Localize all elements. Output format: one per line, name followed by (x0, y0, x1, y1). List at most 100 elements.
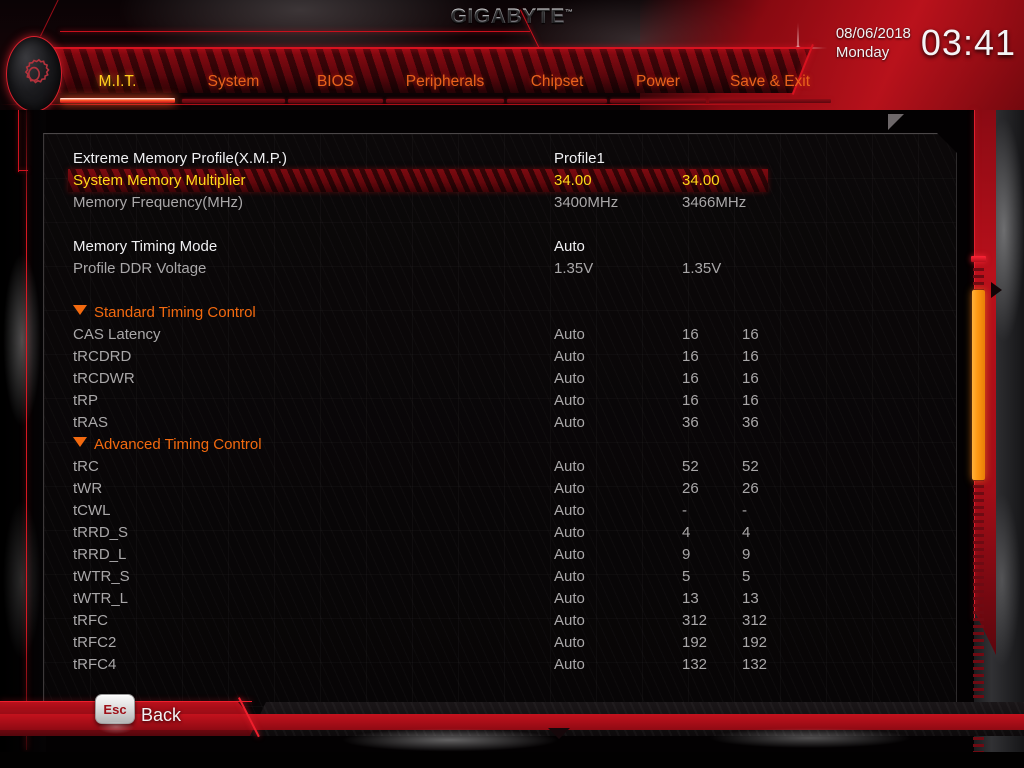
scroll-down-arrow-icon[interactable] (548, 728, 570, 739)
setting-value-current[interactable]: Auto (554, 588, 585, 610)
setting-value-column3: 13 (742, 590, 759, 607)
content-area: Extreme Memory Profile(X.M.P.) Profile1 Sy… (0, 110, 1024, 768)
setting-value-column2: 3466MHz (682, 194, 747, 211)
setting-label: tRAS (73, 414, 109, 431)
setting-value-column2: 9 (682, 546, 691, 563)
setting-value-current[interactable]: Auto (554, 390, 585, 412)
scroll-right-arrow-icon[interactable] (991, 282, 1002, 298)
setting-value-current[interactable]: Auto (554, 346, 585, 368)
setting-value-column3: 9 (742, 546, 751, 563)
scrollbar-thumb[interactable] (972, 290, 985, 480)
tab-power[interactable]: Power (610, 72, 706, 104)
setting-value-column3: 36 (742, 414, 759, 431)
setting-value-current[interactable]: Auto (554, 236, 585, 258)
setting-value-current[interactable]: Profile1 (554, 148, 605, 170)
section-title: Advanced Timing Control (73, 434, 262, 456)
setting-row[interactable]: CAS Latency Auto 16 16 (73, 324, 933, 346)
setting-label: tWR (73, 480, 103, 497)
setting-value-column3: 192 (742, 634, 768, 651)
setting-row[interactable]: tRAS Auto 36 36 (73, 412, 933, 434)
triangle-down-icon (73, 305, 87, 315)
spacer-row (73, 280, 933, 302)
esc-key-button[interactable]: Esc (95, 694, 135, 724)
tab-chipset-label: Chipset (530, 73, 584, 90)
tab-power-label: Power (636, 73, 680, 90)
setting-row[interactable]: Extreme Memory Profile(X.M.P.) Profile1 (73, 148, 933, 170)
setting-label: tRRD_S (73, 524, 129, 541)
tab-peripherals[interactable]: Peripherals (386, 72, 504, 104)
setting-row[interactable]: tRCDRD Auto 16 16 (73, 346, 933, 368)
setting-row[interactable]: tRCDWR Auto 16 16 (73, 368, 933, 390)
setting-value-current[interactable]: Auto (554, 544, 585, 566)
setting-value-current[interactable]: Auto (554, 522, 585, 544)
section-title-text: Standard Timing Control (94, 304, 256, 321)
setting-label: tRCDRD (73, 348, 132, 365)
setting-value-current[interactable]: Auto (554, 610, 585, 632)
setting-value-current[interactable]: 1.35V (554, 258, 593, 280)
setting-value-current[interactable]: Auto (554, 324, 585, 346)
section-header-row[interactable]: Standard Timing Control (73, 302, 933, 324)
tab-bios-underline (288, 99, 383, 103)
tab-mit[interactable]: M.I.T. (60, 72, 175, 104)
section-header-row[interactable]: Advanced Timing Control (73, 434, 933, 456)
setting-label: System Memory Multiplier (73, 172, 246, 189)
setting-row[interactable]: tCWL Auto - - (73, 500, 933, 522)
gear-icon (24, 58, 50, 84)
setting-row[interactable]: tRRD_L Auto 9 9 (73, 544, 933, 566)
setting-value-current[interactable]: Auto (554, 478, 585, 500)
setting-row[interactable]: tRRD_S Auto 4 4 (73, 522, 933, 544)
tab-chipset[interactable]: Chipset (507, 72, 607, 104)
setting-value-column3: - (742, 502, 747, 519)
setting-label: Memory Frequency(MHz) (73, 194, 244, 211)
tab-save-and-exit[interactable]: Save & Exit (709, 72, 831, 104)
setting-value-current[interactable]: Auto (554, 412, 585, 434)
setting-value-current[interactable]: 34.00 (554, 170, 592, 192)
setting-row[interactable]: Profile DDR Voltage 1.35V 1.35V (73, 258, 933, 280)
left-hook-vertical (18, 110, 20, 172)
setting-value-current[interactable]: Auto (554, 368, 585, 390)
setting-row[interactable]: tRC Auto 52 52 (73, 456, 933, 478)
setting-label: tWTR_L (73, 590, 129, 607)
tab-system-label: System (207, 73, 260, 90)
setting-label: tCWL (73, 502, 111, 519)
tab-bios[interactable]: BIOS (288, 72, 383, 104)
setting-value-current[interactable]: Auto (554, 566, 585, 588)
setting-label: Memory Timing Mode (73, 238, 218, 255)
settings-list: Extreme Memory Profile(X.M.P.) Profile1 Sy… (68, 148, 933, 676)
setting-value-current[interactable]: Auto (554, 632, 585, 654)
setting-row[interactable]: tRP Auto 16 16 (73, 390, 933, 412)
setting-value-column2: 132 (682, 656, 708, 673)
left-edge-glow (0, 110, 46, 768)
setting-value-current[interactable]: Auto (554, 456, 585, 478)
tab-system[interactable]: System (182, 72, 285, 104)
tab-peripherals-label: Peripherals (405, 73, 485, 90)
setting-label: tRCDWR (73, 370, 135, 387)
setting-label: tRFC (73, 612, 108, 629)
triangle-down-icon (73, 437, 87, 447)
setting-value-current[interactable]: Auto (554, 500, 585, 522)
setting-row[interactable]: tRFC2 Auto 192 192 (73, 632, 933, 654)
setting-row[interactable]: Memory Timing Mode Auto (73, 236, 933, 258)
header-bar: GIGABYTE™ M.I.T. System BIOS Peripherals… (0, 0, 1024, 112)
setting-label: tRRD_L (73, 546, 127, 563)
setting-row[interactable]: tWR Auto 26 26 (73, 478, 933, 500)
setting-value-column3: 4 (742, 524, 751, 541)
setting-row[interactable]: tRFC Auto 312 312 (73, 610, 933, 632)
setting-value-column3: 132 (742, 656, 768, 673)
setting-value-current[interactable]: 3400MHz (554, 192, 618, 214)
section-title: Standard Timing Control (73, 302, 256, 324)
back-button-label[interactable]: Back (141, 705, 181, 726)
setting-value-column2: 192 (682, 634, 708, 651)
setting-value-column2: 1.35V (682, 260, 722, 277)
setting-value-column2: - (682, 502, 687, 519)
setting-row[interactable]: Memory Frequency(MHz) 3400MHz 3466MHz (73, 192, 933, 214)
panel-corner-bevel (888, 114, 904, 130)
setting-value-column2: 26 (682, 480, 699, 497)
setting-row[interactable]: tRFC4 Auto 132 132 (73, 654, 933, 676)
setting-row[interactable]: tWTR_S Auto 5 5 (73, 566, 933, 588)
setting-row[interactable]: tWTR_L Auto 13 13 (73, 588, 933, 610)
setting-label: tRC (73, 458, 99, 475)
setting-row[interactable]: System Memory Multiplier 34.00 34.00 (68, 169, 933, 192)
clock-date: 08/06/2018 (835, 25, 911, 42)
setting-value-current[interactable]: Auto (554, 654, 585, 676)
